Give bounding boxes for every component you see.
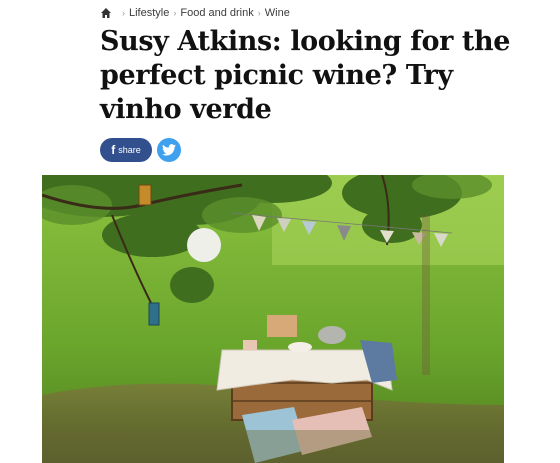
- facebook-icon: f: [111, 143, 116, 157]
- breadcrumb-wine[interactable]: Wine: [265, 7, 290, 19]
- twitter-share-button[interactable]: [157, 138, 181, 162]
- twitter-icon: [162, 144, 176, 156]
- facebook-share-label: share: [118, 145, 141, 155]
- chevron-right-icon: ›: [173, 8, 177, 18]
- article-hero-image: [42, 175, 504, 463]
- breadcrumb-lifestyle[interactable]: Lifestyle: [129, 7, 169, 19]
- chevron-right-icon: ›: [257, 8, 261, 18]
- share-buttons: f share: [100, 138, 181, 162]
- facebook-share-button[interactable]: f share: [100, 138, 152, 162]
- article-headline: Susy Atkins: looking for the perfect pic…: [100, 26, 511, 125]
- chevron-right-icon: ›: [122, 8, 125, 18]
- home-icon[interactable]: [100, 7, 112, 19]
- breadcrumb: › Lifestyle › Food and drink › Wine: [100, 6, 290, 20]
- breadcrumb-food-and-drink[interactable]: Food and drink: [180, 7, 253, 19]
